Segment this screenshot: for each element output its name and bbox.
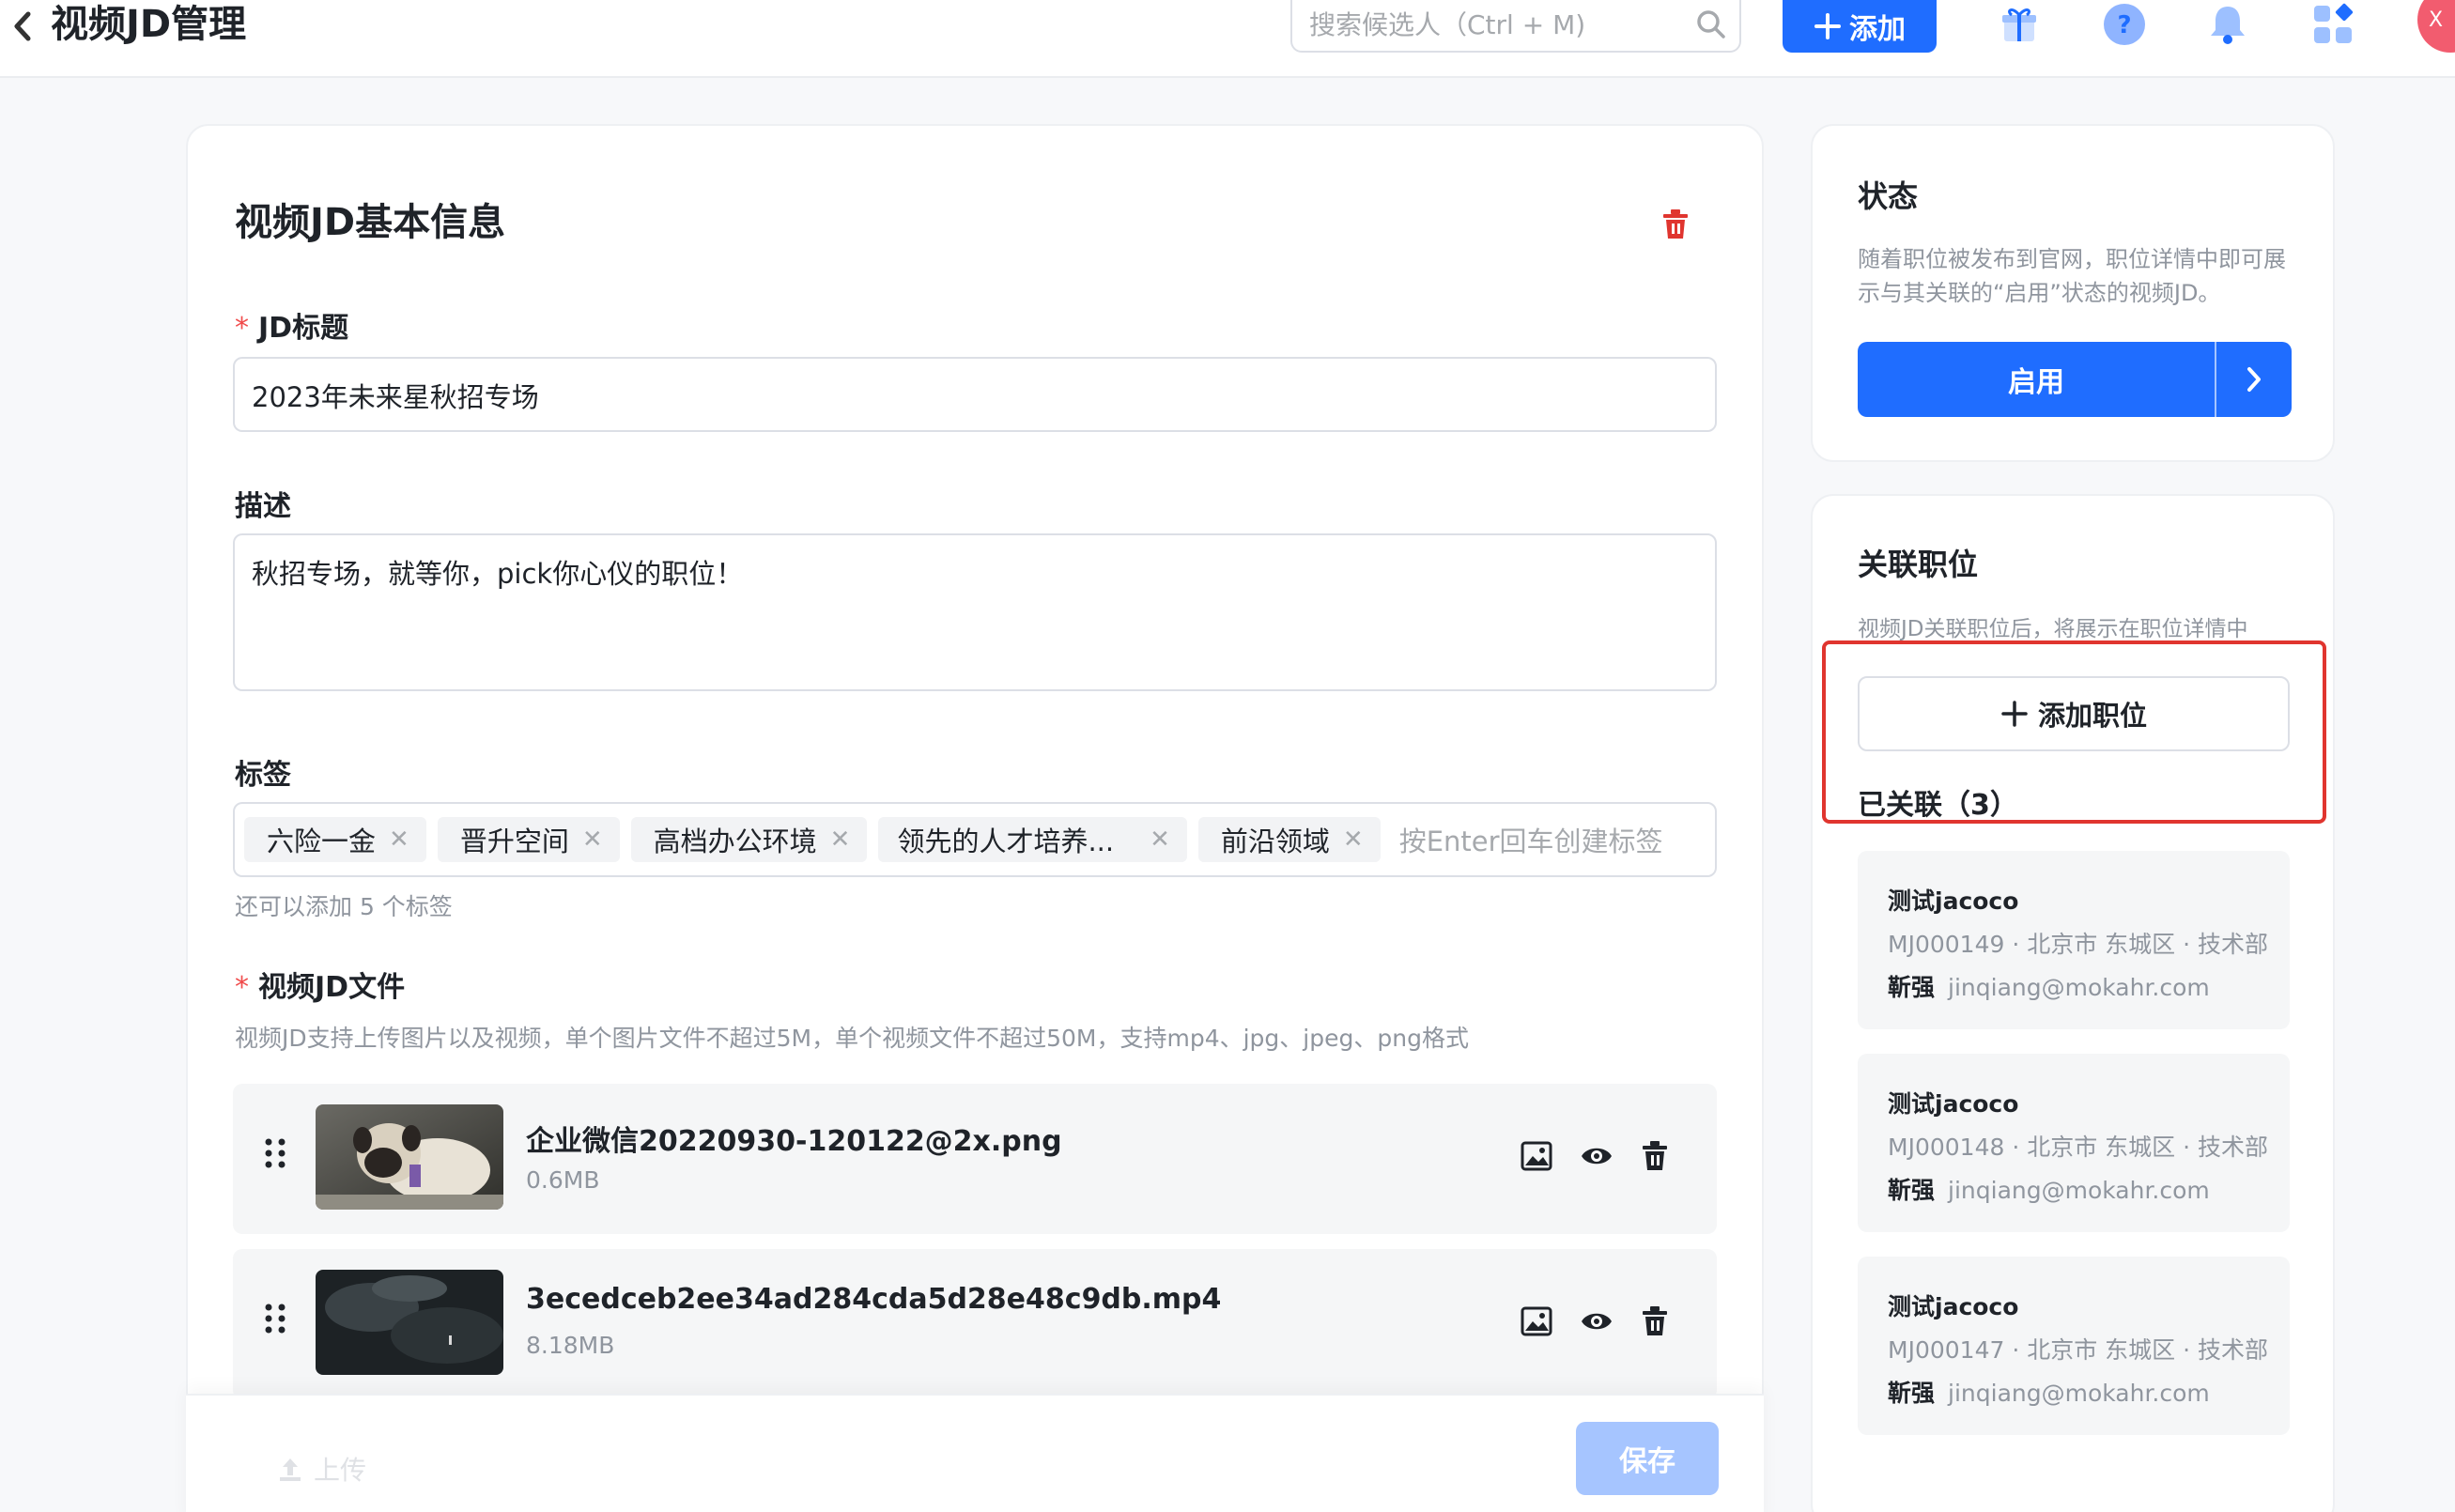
search-box[interactable]	[1290, 0, 1741, 53]
add-button[interactable]: 添加	[1783, 0, 1937, 53]
description-label: 描述	[235, 490, 291, 523]
tag-input-placeholder[interactable]: 按Enter回车创建标签	[1399, 820, 1663, 859]
position-owner: 靳强 jinqiang@mokahr.com	[1888, 1375, 2210, 1409]
jd-title-value: 2023年未来星秋招专场	[252, 381, 539, 413]
position-owner: 靳强 jinqiang@mokahr.com	[1888, 1172, 2210, 1206]
section-title: 视频JD基本信息	[235, 201, 506, 244]
tag-item: 晋升空间 ✕	[437, 817, 620, 862]
position-meta: MJ000148 · 北京市 东城区 · 技术部	[1888, 1134, 2269, 1161]
svg-text:?: ?	[2117, 11, 2131, 39]
image-icon[interactable]	[1520, 1140, 1553, 1176]
back-chevron-icon[interactable]	[6, 6, 39, 47]
position-name: 测试jacoco	[1888, 1293, 2019, 1320]
tag-item: 六险一金 ✕	[244, 817, 426, 862]
upload-icon	[280, 1458, 301, 1481]
files-hint: 视频JD支持上传图片以及视频，单个图片文件不超过5M，单个视频文件不超过50M，…	[235, 1025, 1469, 1052]
trash-icon[interactable]	[1640, 1305, 1670, 1341]
tag-item: 高档办公环境 ✕	[630, 817, 868, 862]
position-name: 测试jacoco	[1888, 1090, 2019, 1118]
file-size: 8.18MB	[526, 1332, 615, 1359]
tag-label: 领先的人才培养...	[897, 825, 1115, 857]
image-thumbnail[interactable]	[316, 1104, 503, 1210]
tag-remove-icon[interactable]: ✕	[830, 825, 851, 854]
position-meta: MJ000147 · 北京市 东城区 · 技术部	[1888, 1336, 2269, 1364]
position-item[interactable]: 测试jacoco MJ000148 · 北京市 东城区 · 技术部 靳强 jinq…	[1858, 1054, 2290, 1232]
position-item[interactable]: 测试jacoco MJ000147 · 北京市 东城区 · 技术部 靳强 jinq…	[1858, 1257, 2290, 1435]
tag-remove-icon[interactable]: ✕	[582, 825, 603, 854]
tag-hint: 还可以添加 5 个标签	[235, 893, 453, 920]
basic-info-card: 视频JD基本信息 * JD标题 2023年未来星秋招专场 描述 秋招专场，就等你，…	[186, 124, 1764, 1512]
position-item[interactable]: 测试jacoco MJ000149 · 北京市 东城区 · 技术部 靳强 jinq…	[1858, 851, 2290, 1029]
tag-remove-icon[interactable]: ✕	[1150, 825, 1170, 854]
trash-icon[interactable]	[1660, 208, 1691, 244]
status-description: 随着职位被发布到官网，职位详情中即可展示与其关联的“启用”状态的视频JD。	[1858, 246, 2286, 306]
search-input[interactable]	[1309, 4, 1685, 45]
tag-item: 领先的人才培养... ✕	[878, 817, 1187, 862]
upload-button[interactable]: 上传	[276, 1450, 366, 1488]
jd-title-input[interactable]: 2023年未来星秋招专场	[233, 357, 1717, 432]
file-row: 3ecedceb2ee34ad284cda5d28e48c9db.mp4 8.1…	[233, 1249, 1717, 1399]
eye-icon[interactable]	[1580, 1305, 1614, 1341]
avatar[interactable]: X	[2417, 0, 2455, 53]
add-button-label: 添加	[1849, 13, 1906, 46]
eye-icon[interactable]	[1580, 1140, 1614, 1176]
image-icon[interactable]	[1520, 1305, 1553, 1341]
tag-label: 晋升空间	[459, 825, 569, 857]
footer-bar: 上传 保存	[186, 1394, 1764, 1512]
video-thumbnail[interactable]	[316, 1270, 503, 1375]
tag-item: 前沿领域 ✕	[1197, 817, 1381, 862]
tag-label: 前沿领域	[1220, 825, 1330, 857]
drag-handle-icon[interactable]	[263, 1302, 287, 1339]
chevron-right-icon[interactable]	[2216, 342, 2292, 417]
trash-icon[interactable]	[1640, 1140, 1670, 1176]
file-size: 0.6MB	[526, 1166, 600, 1194]
gift-icon[interactable]	[1993, 0, 2046, 49]
avatar-text: X	[2429, 8, 2444, 32]
apps-icon[interactable]	[2307, 0, 2359, 49]
tag-remove-icon[interactable]: ✕	[1343, 825, 1364, 854]
status-title: 状态	[1858, 178, 1919, 214]
search-icon[interactable]	[1694, 8, 1728, 45]
owner-name: 靳强	[1888, 1380, 1936, 1407]
owner-name: 靳强	[1888, 974, 1936, 1001]
tag-remove-icon[interactable]: ✕	[389, 825, 409, 854]
position-name: 测试jacoco	[1888, 887, 2019, 915]
help-icon[interactable]: ?	[2098, 0, 2151, 49]
owner-email: jinqiang@mokahr.com	[1948, 1380, 2210, 1407]
position-owner: 靳强 jinqiang@mokahr.com	[1888, 969, 2210, 1003]
description-value: 秋招专场，就等你，pick你心仪的职位！	[252, 558, 744, 590]
save-button[interactable]: 保存	[1576, 1422, 1719, 1495]
owner-email: jinqiang@mokahr.com	[1948, 974, 2210, 1001]
status-card: 状态 随着职位被发布到官网，职位详情中即可展示与其关联的“启用”状态的视频JD。…	[1811, 124, 2335, 462]
tag-label: 六险一金	[267, 825, 377, 857]
description-textarea[interactable]: 秋招专场，就等你，pick你心仪的职位！	[233, 533, 1717, 691]
position-meta: MJ000149 · 北京市 东城区 · 技术部	[1888, 931, 2269, 958]
enable-split-button: 启用	[1858, 342, 2292, 417]
tags-input[interactable]: 六险一金 ✕ 晋升空间 ✕ 高档办公环境 ✕ 领先的人才培养... ✕ 前沿领域 ✕ 按E…	[233, 802, 1717, 877]
drag-handle-icon[interactable]	[263, 1136, 287, 1174]
linked-title: 关联职位	[1858, 547, 1979, 582]
file-name: 企业微信20220930-120122@2x.png	[526, 1125, 1062, 1158]
bell-icon[interactable]	[2201, 0, 2254, 49]
files-label: * 视频JD文件	[235, 971, 406, 1004]
enable-button[interactable]: 启用	[1858, 342, 2215, 417]
file-name: 3ecedceb2ee34ad284cda5d28e48c9db.mp4	[526, 1283, 1222, 1316]
page-title: 视频JD管理	[51, 3, 247, 46]
tag-label: 高档办公环境	[653, 825, 817, 857]
top-bar: 视频JD管理 添加 ? X	[0, 0, 2455, 78]
file-row: 企业微信20220930-120122@2x.png 0.6MB	[233, 1084, 1717, 1234]
highlight-annotation	[1822, 640, 2326, 824]
owner-email: jinqiang@mokahr.com	[1948, 1177, 2210, 1204]
plus-icon	[1814, 13, 1841, 39]
upload-label: 上传	[314, 1455, 367, 1486]
jd-title-label: * JD标题	[235, 312, 349, 345]
jd-title-label-text: JD标题	[258, 312, 349, 345]
files-label-text: 视频JD文件	[258, 971, 406, 1004]
tags-label: 标签	[235, 759, 291, 792]
owner-name: 靳强	[1888, 1177, 1936, 1204]
